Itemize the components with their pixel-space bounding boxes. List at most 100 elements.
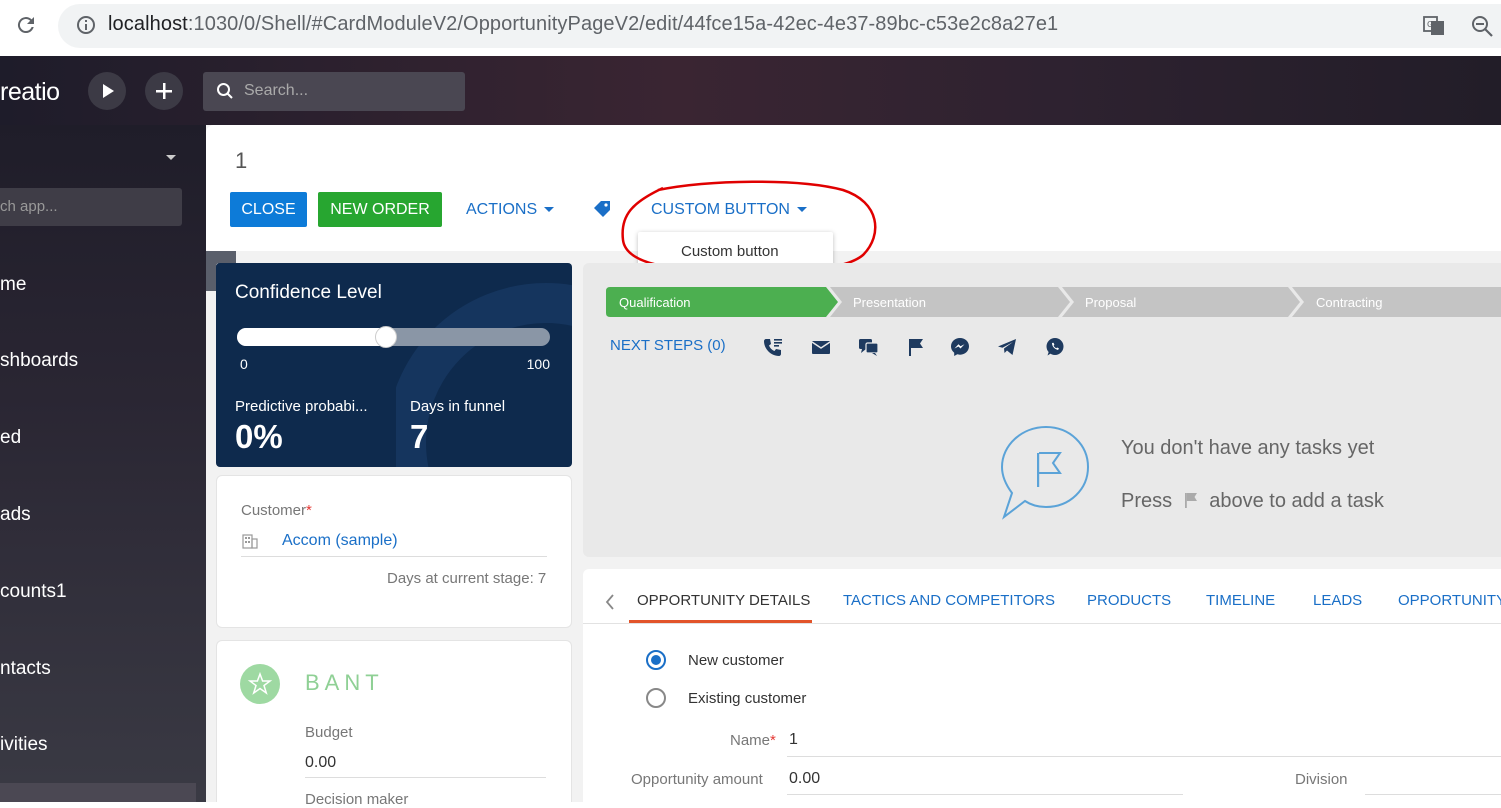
active-tab-indicator [629,620,812,623]
new-customer-radio[interactable] [646,650,666,670]
days-at-current-stage: Days at current stage: 7 [387,570,547,587]
confidence-widget: Confidence Level 0 100 Predictive probab… [216,263,572,467]
budget-label: Budget [305,724,353,741]
existing-customer-radio[interactable] [646,688,666,708]
predictive-probability-label: Predictive probabi... [235,398,368,415]
messenger-icon[interactable] [949,336,971,358]
customer-panel [216,475,572,628]
name-label: Name* [730,732,776,749]
sidebar-item-home[interactable]: me [0,274,26,296]
sidebar-search-placeholder: ch app... [0,198,58,215]
confidence-title: Confidence Level [235,282,382,303]
star-icon [240,664,280,704]
app-header: reatio Search... [0,56,1501,125]
field-underline [787,794,1183,795]
sidebar-item-activities[interactable]: ivities [0,734,48,756]
sidebar-item-accounts[interactable]: counts1 [0,581,67,603]
card-header [206,125,1501,251]
confidence-max: 100 [526,356,550,372]
confidence-min: 0 [240,356,248,372]
zoom-icon[interactable] [1470,14,1494,38]
menu-item-custom-button[interactable]: Custom button [681,243,779,260]
field-underline [787,756,1501,757]
customer-label-text: Customer [241,502,307,519]
plus-icon [156,83,172,99]
empty-tasks-hint: Press above to add a task [1121,490,1384,513]
customer-link[interactable]: Accom (sample) [282,532,398,550]
star-shape [247,671,273,695]
page-title: 1 [235,148,248,173]
svg-text:G: G [1427,20,1433,29]
small-flag-icon [1184,493,1197,508]
close-button[interactable]: CLOSE [230,192,307,227]
call-icon[interactable] [762,336,784,358]
tab-opportunity[interactable]: OPPORTUNITY [1398,592,1501,609]
next-steps-tab[interactable]: NEXT STEPS (0) [610,337,726,354]
custom-button[interactable]: CUSTOM BUTTON [651,201,807,219]
stage-label-proposal: Proposal [1085,295,1137,310]
tabs-divider [583,623,1501,624]
new-customer-label: New customer [688,652,784,669]
chevron-left-icon[interactable] [603,593,617,611]
tab-leads[interactable]: LEADS [1313,592,1362,609]
whatsapp-icon[interactable] [1044,336,1066,358]
field-underline [1365,794,1501,795]
add-button[interactable] [145,72,183,110]
required-mark: * [306,502,312,519]
opportunity-amount-label: Opportunity amount [631,771,763,788]
sidebar-item-leads[interactable]: ads [0,504,31,526]
tab-tactics-and-competitors[interactable]: TACTICS AND COMPETITORS [843,592,1055,609]
sidebar-item-selected[interactable] [0,783,196,802]
predictive-probability-value: 0% [235,418,283,455]
actions-button[interactable]: ACTIONS [466,201,555,219]
search-placeholder: Search... [244,82,309,99]
tab-opportunity-details[interactable]: OPPORTUNITY DETAILS [637,592,810,609]
url-host: localhost [108,13,188,35]
run-process-button[interactable] [88,72,126,110]
decision-maker-label: Decision maker [305,791,409,808]
chat-icon[interactable] [858,336,880,358]
info-icon[interactable] [76,15,96,35]
stage-label-presentation: Presentation [853,295,926,310]
tag-icon[interactable] [593,200,611,218]
stage-label-contracting: Contracting [1316,295,1383,310]
caret-down-icon [544,207,555,213]
days-in-funnel-value: 7 [410,418,429,455]
telegram-icon[interactable] [996,336,1018,358]
sidebar-item-feed[interactable]: ed [0,427,21,449]
bant-title: BANT [305,670,384,695]
search-icon [217,83,233,99]
sidebar-search[interactable]: ch app... [0,188,182,226]
budget-field[interactable]: 0.00 [305,754,336,772]
tab-timeline[interactable]: TIMELINE [1206,592,1275,609]
building-icon [242,534,258,549]
new-order-button[interactable]: NEW ORDER [318,192,442,227]
confidence-fill [237,328,389,346]
tab-products[interactable]: PRODUCTS [1087,592,1171,609]
reload-icon[interactable] [14,13,38,37]
empty-tasks-flag-icon [1000,425,1090,520]
hint-text-b: above to add a task [1209,490,1384,512]
existing-customer-label: Existing customer [688,690,807,707]
customer-label: Customer* [241,502,312,519]
flag-icon[interactable] [905,336,927,358]
field-underline [241,556,547,557]
url-text: localhost:1030/0/Shell/#CardModuleV2/Opp… [108,13,1058,36]
logo: reatio [0,78,60,106]
email-icon[interactable] [810,336,832,358]
sidebar: ch app... me shboards ed ads counts1 nta… [0,125,206,802]
browser-toolbar: localhost:1030/0/Shell/#CardModuleV2/Opp… [0,0,1501,56]
stage-label-qualification: Qualification [619,295,691,310]
global-search[interactable]: Search... [203,72,465,111]
name-field[interactable]: 1 [789,731,798,749]
sidebar-item-dashboards[interactable]: shboards [0,350,78,372]
chevron-down-icon[interactable] [165,154,177,162]
confidence-slider-handle[interactable] [375,326,397,348]
opportunity-amount-field[interactable]: 0.00 [789,770,820,788]
caret-down-icon [796,207,807,213]
required-mark: * [770,732,776,749]
days-in-funnel-label: Days in funnel [410,398,506,415]
translate-icon[interactable]: G [1422,14,1446,38]
sidebar-item-contacts[interactable]: ntacts [0,658,51,680]
division-label: Division [1295,771,1348,788]
